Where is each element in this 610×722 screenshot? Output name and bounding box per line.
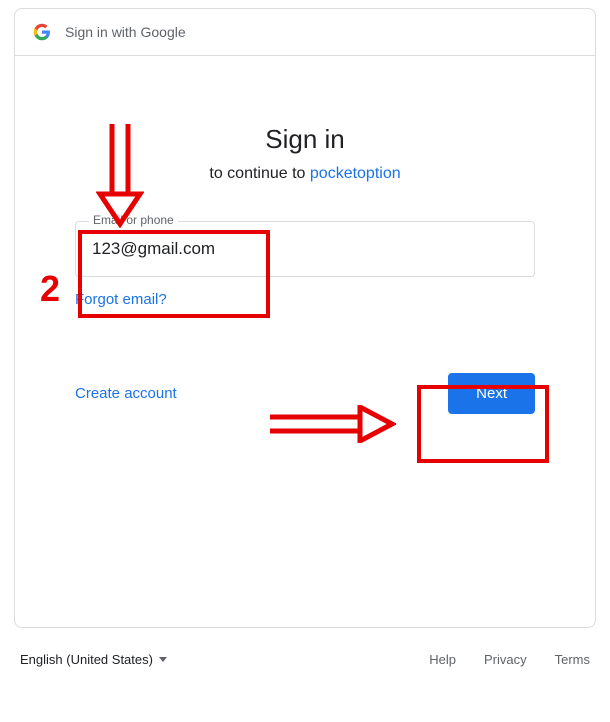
app-name-link[interactable]: pocketoption [310, 165, 401, 182]
signin-card: Sign in with Google Sign in to continue … [14, 8, 596, 628]
google-logo-icon [33, 23, 51, 41]
signin-subtitle: to continue to pocketoption [75, 165, 535, 183]
email-input[interactable] [75, 221, 535, 277]
forgot-email-link[interactable]: Forgot email? [75, 291, 167, 308]
footer: English (United States) Help Privacy Ter… [14, 628, 596, 667]
header-title: Sign in with Google [65, 24, 186, 40]
email-label: Email or phone [89, 213, 178, 227]
footer-links: Help Privacy Terms [429, 652, 590, 667]
signin-subtitle-prefix: to continue to [209, 165, 310, 182]
card-body: Sign in to continue to pocketoption Emai… [15, 56, 595, 414]
language-select[interactable]: English (United States) [20, 652, 167, 667]
card-header: Sign in with Google [15, 9, 595, 56]
caret-down-icon [159, 657, 167, 662]
action-row: Create account Next [75, 373, 535, 414]
privacy-link[interactable]: Privacy [484, 652, 527, 667]
terms-link[interactable]: Terms [555, 652, 590, 667]
signin-title: Sign in [75, 124, 535, 155]
create-account-link[interactable]: Create account [75, 385, 177, 402]
language-label: English (United States) [20, 652, 153, 667]
help-link[interactable]: Help [429, 652, 456, 667]
next-button[interactable]: Next [448, 373, 535, 414]
email-input-wrap: Email or phone [75, 221, 535, 277]
